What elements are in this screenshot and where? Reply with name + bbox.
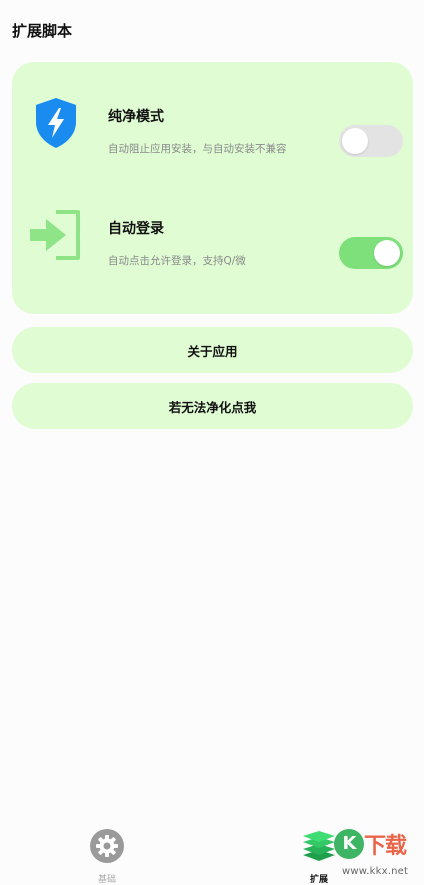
purify-help-button[interactable]: 若无法净化点我	[12, 383, 413, 429]
setting-row-auto-login: 自动登录 自动点击允许登录，支持Q/微	[12, 202, 413, 282]
pure-mode-toggle[interactable]	[339, 125, 403, 157]
setting-title: 纯净模式	[108, 109, 164, 125]
watermark: K 下载 www.kkx.net	[330, 828, 420, 882]
auto-login-toggle[interactable]	[339, 237, 403, 269]
setting-row-pure-mode: 纯净模式 自动阻止应用安装，与自动安装不兼容	[12, 90, 413, 170]
setting-description: 自动点击允许登录，支持Q/微	[108, 255, 246, 267]
page-title: 扩展脚本	[12, 22, 73, 40]
about-app-button[interactable]: 关于应用	[12, 327, 413, 373]
gear-icon	[90, 829, 124, 863]
watermark-url: www.kkx.net	[342, 866, 409, 877]
watermark-logo-text: 下载	[364, 834, 407, 859]
watermark-logo: K 下载	[334, 828, 407, 860]
setting-title: 自动登录	[108, 221, 164, 237]
setting-description: 自动阻止应用安装，与自动安装不兼容	[108, 143, 287, 155]
nav-label: 基础	[97, 875, 116, 885]
watermark-k-icon: K	[334, 829, 364, 859]
toggle-knob	[374, 240, 400, 266]
shield-lightning-icon	[36, 98, 76, 148]
toggle-knob	[342, 128, 368, 154]
nav-item-basic[interactable]: 基础	[67, 818, 147, 885]
login-arrow-icon	[30, 210, 80, 260]
settings-card: 纯净模式 自动阻止应用安装，与自动安装不兼容 自动登录 自动点击允许登录，支持Q…	[12, 62, 413, 314]
